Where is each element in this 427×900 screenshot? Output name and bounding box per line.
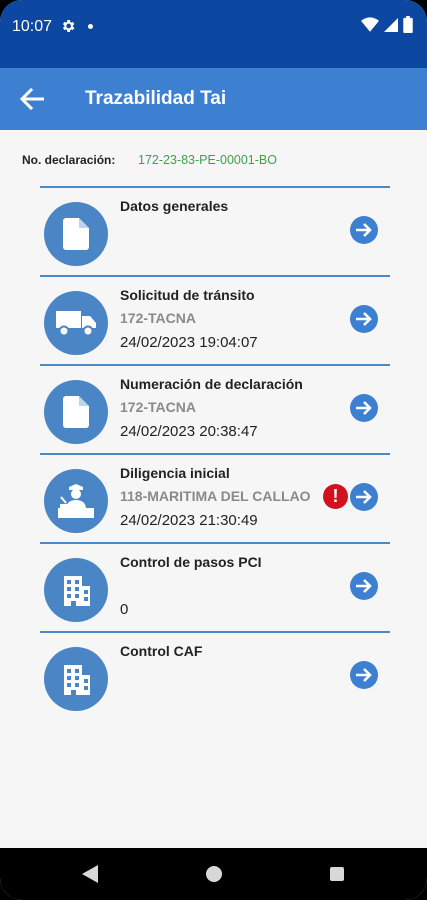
- building-icon: [64, 576, 90, 606]
- settings-icon: [63, 20, 75, 32]
- arrow-right-icon: [356, 223, 372, 237]
- card-solicitud-transito[interactable]: Solicitud de tránsito 172-TACNA 24/02/20…: [40, 275, 390, 363]
- card-icon-circle: [44, 380, 108, 444]
- open-diligencia-inicial-button[interactable]: [350, 483, 378, 511]
- customs-officer-icon: [58, 484, 94, 518]
- page-title: Trazabilidad Tai: [85, 88, 227, 109]
- wifi-icon: [361, 16, 379, 32]
- document-icon: [63, 218, 89, 250]
- card-date: 24/02/2023 19:04:07: [120, 334, 258, 351]
- system-nav-bar: [0, 848, 427, 900]
- open-control-caf-button[interactable]: [350, 661, 378, 689]
- arrow-right-icon: [356, 490, 372, 504]
- card-subtitle: 172-TACNA: [120, 399, 196, 415]
- open-solicitud-transito-button[interactable]: [350, 305, 378, 333]
- arrow-right-icon: [356, 312, 372, 326]
- status-time: 10:07: [12, 18, 53, 35]
- signal-icon: [384, 17, 398, 32]
- card-title: Control de pasos PCI: [120, 554, 262, 570]
- document-icon: [63, 396, 89, 428]
- nav-recents-icon[interactable]: [330, 867, 344, 881]
- open-numeracion-declaracion-button[interactable]: [350, 394, 378, 422]
- arrow-right-icon: [356, 668, 372, 682]
- card-title: Numeración de declaración: [120, 376, 303, 392]
- nav-back-icon[interactable]: [82, 865, 98, 883]
- battery-icon: [403, 16, 413, 33]
- card-title: Datos generales: [120, 198, 229, 214]
- arrow-right-icon: [356, 579, 372, 593]
- card-date: 0: [120, 601, 129, 618]
- arrow-left-icon: [20, 88, 44, 110]
- card-icon-circle: [44, 469, 108, 533]
- open-control-pasos-pci-button[interactable]: [350, 572, 378, 600]
- card-diligencia-inicial[interactable]: Diligencia inicial 118-MARITIMA DEL CALL…: [40, 453, 390, 541]
- arrow-right-icon: [356, 401, 372, 415]
- status-bar: 10:07: [0, 0, 427, 68]
- card-control-pasos-pci[interactable]: Control de pasos PCI 0: [40, 542, 390, 630]
- declaration-row: No. declaración: 172-23-83-PE-00001-BO: [22, 153, 277, 167]
- notification-dot: [88, 24, 93, 29]
- card-title: Control CAF: [120, 643, 203, 659]
- status-icons: [361, 16, 413, 33]
- card-date: 24/02/2023 21:30:49: [120, 512, 258, 529]
- building-icon: [64, 665, 90, 695]
- card-numeracion-declaracion[interactable]: Numeración de declaración 172-TACNA 24/0…: [40, 364, 390, 452]
- card-icon-circle: [44, 647, 108, 711]
- declaration-value: 172-23-83-PE-00001-BO: [138, 153, 277, 167]
- open-datos-generales-button[interactable]: [350, 216, 378, 244]
- app-bar: Trazabilidad Tai: [0, 68, 427, 130]
- truck-icon: [56, 311, 96, 337]
- card-icon-circle: [44, 291, 108, 355]
- back-button[interactable]: [18, 86, 46, 112]
- card-subtitle: 118-MARITIMA DEL CALLAO: [120, 488, 311, 504]
- card-control-caf[interactable]: Control CAF: [40, 631, 390, 719]
- card-title: Solicitud de tránsito: [120, 287, 255, 303]
- nav-home-icon[interactable]: [206, 866, 222, 882]
- card-datos-generales[interactable]: Datos generales: [40, 186, 390, 274]
- card-subtitle: 172-TACNA: [120, 310, 196, 326]
- card-title: Diligencia inicial: [120, 465, 230, 481]
- declaration-label: No. declaración:: [22, 153, 116, 167]
- screen: 10:07 Trazabilidad Tai No. declaración: …: [0, 0, 427, 900]
- alert-icon: !: [323, 484, 348, 509]
- card-icon-circle: [44, 558, 108, 622]
- card-icon-circle: [44, 202, 108, 266]
- card-date: 24/02/2023 20:38:47: [120, 423, 258, 440]
